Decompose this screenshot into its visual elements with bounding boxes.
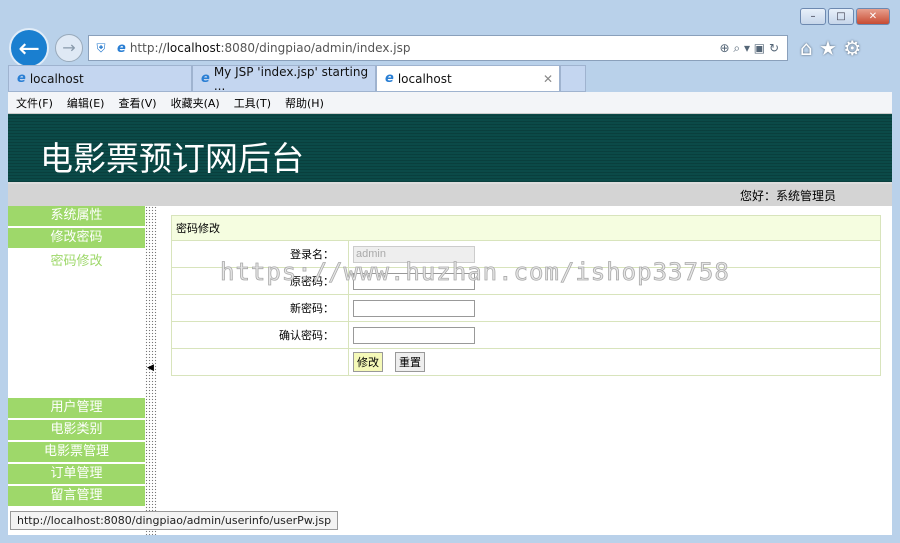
new-password-label: 新密码：	[171, 294, 349, 322]
shield-icon: ⛨	[96, 40, 106, 55]
form-title: 密码修改	[171, 215, 881, 241]
tab-2[interactable]: e My JSP 'index.jsp' starting ...	[192, 64, 376, 93]
submit-button[interactable]: 修改	[353, 352, 383, 372]
address-bar[interactable]: ⛨ e http://localhost:8080/dingpiao/admin…	[88, 35, 788, 61]
new-tab-button[interactable]	[560, 65, 586, 92]
tab-3[interactable]: e localhost ✕	[376, 65, 560, 92]
ie-icon: e	[385, 71, 394, 86]
menu-tools[interactable]: 工具(T)	[234, 95, 271, 111]
menu-bar: 文件(F) 编辑(E) 查看(V) 收藏夹(A) 工具(T) 帮助(H)	[8, 92, 892, 114]
url-prefix: http://	[129, 41, 167, 55]
watermark: https://www.huzhan.com/ishop33758	[220, 258, 730, 287]
sidebar: 系统属性 修改密码 密码修改 用户管理 电影类别 电影票管理 订单管理 留言管理	[8, 206, 145, 535]
home-favorites-tools-icons[interactable]: ⌂ ★ ⚙	[800, 36, 861, 60]
search-refresh-icons[interactable]: ⊕ ⌕ ▾ ▣ ↻	[720, 41, 779, 56]
sidebar-item-categories[interactable]: 电影类别	[8, 420, 145, 440]
tab-1[interactable]: e localhost	[8, 65, 192, 92]
password-form: 密码修改 登录名： 原密码： 新密码： 确认密码： 修改重置	[171, 215, 881, 376]
reset-button[interactable]: 重置	[395, 352, 425, 372]
greeting: 您好：系统管理员	[8, 182, 892, 206]
url-host: localhost	[166, 41, 221, 55]
minimize-button[interactable]: –	[800, 8, 826, 25]
menu-help[interactable]: 帮助(H)	[285, 95, 324, 111]
window-controls: – □ ✕	[800, 8, 890, 25]
sidebar-item-change-password[interactable]: 修改密码	[8, 228, 145, 248]
url-rest: :8080/dingpiao/admin/index.jsp	[220, 41, 411, 55]
menu-edit[interactable]: 编辑(E)	[67, 95, 105, 111]
site-title: 电影票预订网后台	[8, 114, 892, 182]
collapse-arrow-icon[interactable]: ◀	[147, 363, 154, 373]
ie-icon: e	[117, 40, 126, 56]
ie-icon: e	[201, 71, 210, 86]
menu-view[interactable]: 查看(V)	[118, 95, 156, 111]
close-tab-icon[interactable]: ✕	[543, 72, 553, 86]
tab-label: localhost	[397, 71, 452, 86]
menu-file[interactable]: 文件(F)	[16, 95, 53, 111]
new-password-field[interactable]	[353, 299, 475, 317]
sidebar-splitter[interactable]: ◀	[145, 206, 157, 535]
tab-label: localhost	[29, 71, 84, 86]
sidebar-item-system[interactable]: 系统属性	[8, 206, 145, 226]
confirm-password-label: 确认密码：	[171, 321, 349, 349]
maximize-button[interactable]: □	[828, 8, 854, 25]
sidebar-item-messages[interactable]: 留言管理	[8, 486, 145, 506]
close-button[interactable]: ✕	[856, 8, 890, 25]
tab-label: My JSP 'index.jsp' starting ...	[213, 64, 369, 93]
menu-favorites[interactable]: 收藏夹(A)	[171, 95, 220, 111]
sidebar-item-orders[interactable]: 订单管理	[8, 464, 145, 484]
ie-icon: e	[17, 71, 26, 86]
confirm-password-field[interactable]	[353, 326, 475, 344]
tab-bar: e localhost e My JSP 'index.jsp' starting …	[8, 64, 586, 93]
status-bar-url: http://localhost:8080/dingpiao/admin/use…	[10, 511, 339, 530]
forward-button[interactable]: →	[55, 34, 83, 62]
back-button[interactable]: ←	[9, 28, 49, 68]
page-content: 电影票预订网后台 您好：系统管理员 系统属性 修改密码 密码修改 用户管理 电影…	[8, 114, 892, 535]
sidebar-item-tickets[interactable]: 电影票管理	[8, 442, 145, 462]
sidebar-item-users[interactable]: 用户管理	[8, 398, 145, 418]
sidebar-subitem-password[interactable]: 密码修改	[8, 250, 145, 270]
